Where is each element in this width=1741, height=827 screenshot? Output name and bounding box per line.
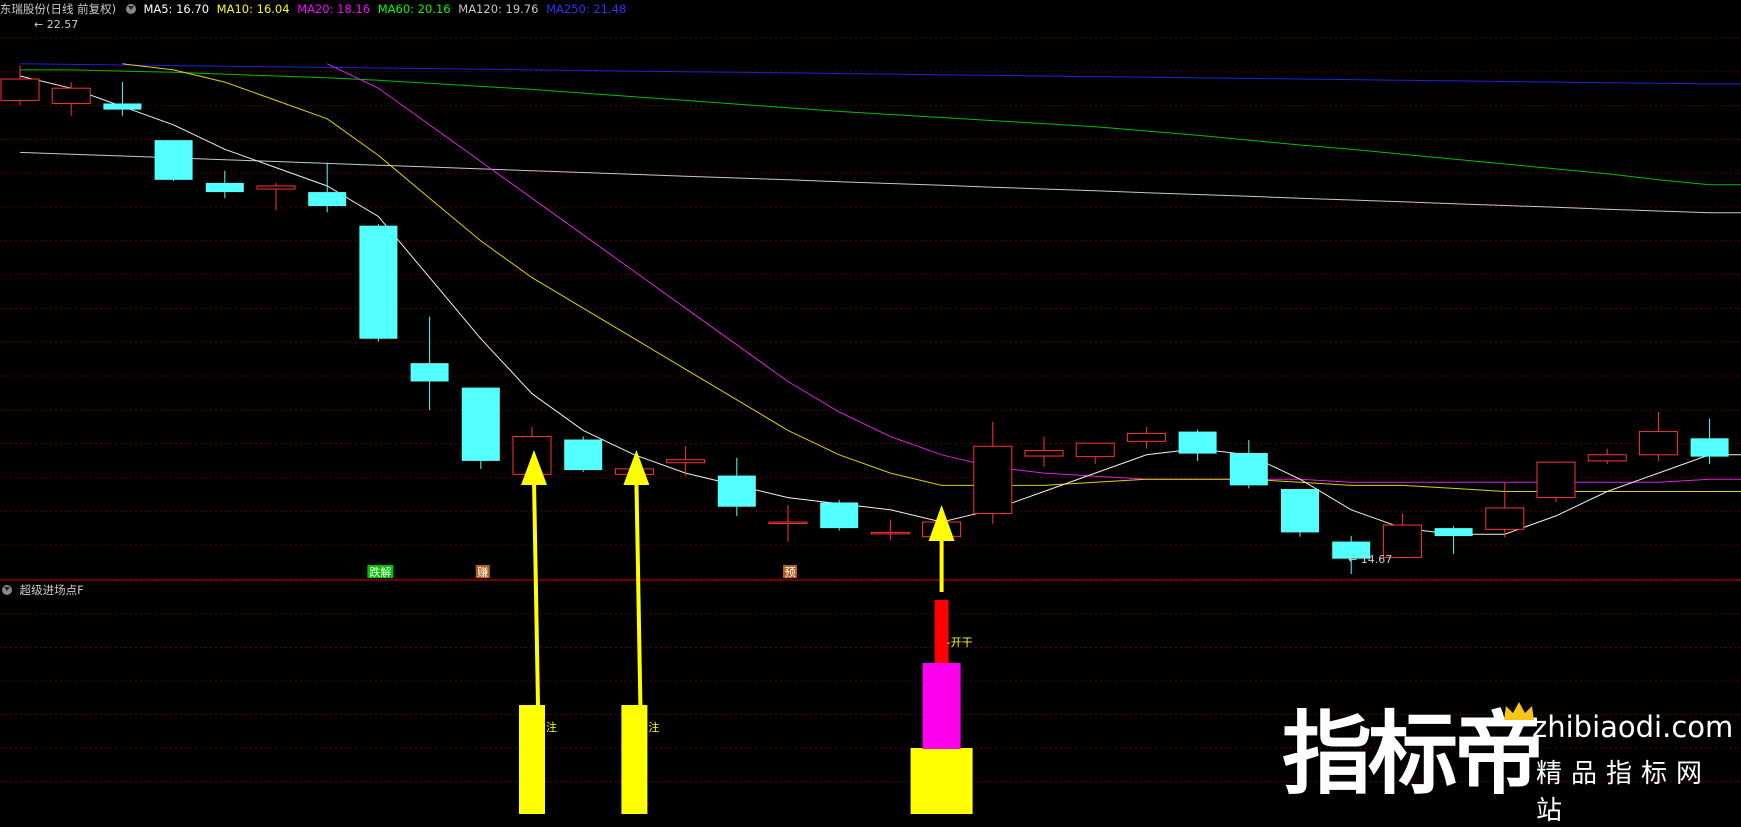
kline-chart-stage[interactable]: ← 22.57 ← 14.67 跌解 赚 预注 注 -开干: [0, 0, 1741, 814]
logo-url: zhibiaodi.com: [1532, 710, 1734, 744]
ma60-line: [20, 69, 1741, 186]
signal-bar-yellow: [910, 748, 973, 814]
candle-up: [1587, 454, 1627, 462]
candle-down: [1281, 489, 1319, 533]
candle-down: [308, 192, 347, 207]
ma250-label: MA250: 21.48: [546, 2, 627, 16]
candle-down: [717, 475, 756, 507]
candle-down: [103, 103, 142, 110]
tag-text: 赚: [477, 565, 488, 579]
site-logo: 指标帝 zhibiaodi.com 精品指标网站: [1282, 700, 1734, 826]
signal-label: -开干: [947, 636, 973, 649]
ma5-line: [19, 75, 1741, 535]
logo-tagline: 精品指标网站: [1536, 759, 1712, 826]
signal-bar-yellow: [621, 705, 648, 814]
ma5-label: MA5: 16.70: [143, 2, 210, 16]
candle-up: [768, 521, 808, 525]
candle-up: [1485, 507, 1525, 530]
candle-down: [564, 439, 603, 471]
candle-down: [1690, 438, 1729, 457]
sub-panel-title: 超级进场点F: [19, 583, 84, 597]
candle-up: [666, 459, 706, 464]
candle-down: [205, 182, 244, 193]
signal-bar-magenta: [922, 663, 961, 749]
candle-up: [1024, 450, 1064, 457]
candle-up: [1536, 461, 1576, 499]
candle-up: [1638, 431, 1678, 456]
candle-up: [256, 185, 296, 190]
candle-down: [1229, 452, 1268, 486]
ma20-label: MA20: 18.16: [297, 2, 371, 16]
dropdown-icon[interactable]: [125, 3, 136, 14]
ma60-label: MA60: 20.16: [377, 2, 451, 16]
arrow-shaft: [532, 479, 540, 706]
dropdown-icon[interactable]: [2, 584, 12, 595]
candle-up: [0, 78, 40, 101]
candle-down: [154, 140, 193, 180]
candle-down: [820, 502, 859, 529]
candle-down: [359, 225, 398, 339]
candle-up: [1126, 432, 1166, 442]
low-price-label: ← 14.67: [1348, 553, 1392, 566]
tag-text: 跌解: [369, 565, 391, 579]
crown-icon: [1504, 702, 1534, 720]
tag-text: 预: [785, 566, 796, 579]
ma120-label: MA120: 19.76: [458, 2, 539, 16]
stock-title: 东瑞股份(日线 前复权): [0, 2, 117, 16]
candle-down: [1178, 431, 1217, 454]
signal-bar-yellow: [519, 705, 545, 814]
candle-up: [973, 445, 1013, 514]
candle-down: [1434, 528, 1473, 537]
candle-up: [51, 87, 91, 104]
signal-bar-red: [934, 600, 949, 663]
candle-up: [1075, 442, 1115, 458]
arrow-head: [623, 450, 650, 485]
candle-up: [870, 531, 910, 535]
candle-down: [461, 387, 500, 461]
main-panel-header: 东瑞股份(日线 前复权) MA5: 16.70 MA10: 16.04 MA20…: [0, 0, 630, 18]
sub-panel-header: 超级进场点F: [0, 582, 84, 598]
kline-chart[interactable]: ← 22.57 ← 14.67 跌解 赚 预注 注 -开干: [0, 0, 1741, 814]
signal-label: 注: [546, 720, 557, 734]
ma10-label: MA10: 16.04: [216, 2, 290, 16]
candle-down: [410, 363, 449, 382]
arrow-shaft: [634, 479, 643, 706]
high-price-label: ← 22.57: [34, 18, 78, 31]
signal-label: 注: [648, 720, 659, 734]
ma20-line: [326, 63, 1741, 483]
ma250-line: [19, 63, 1741, 85]
